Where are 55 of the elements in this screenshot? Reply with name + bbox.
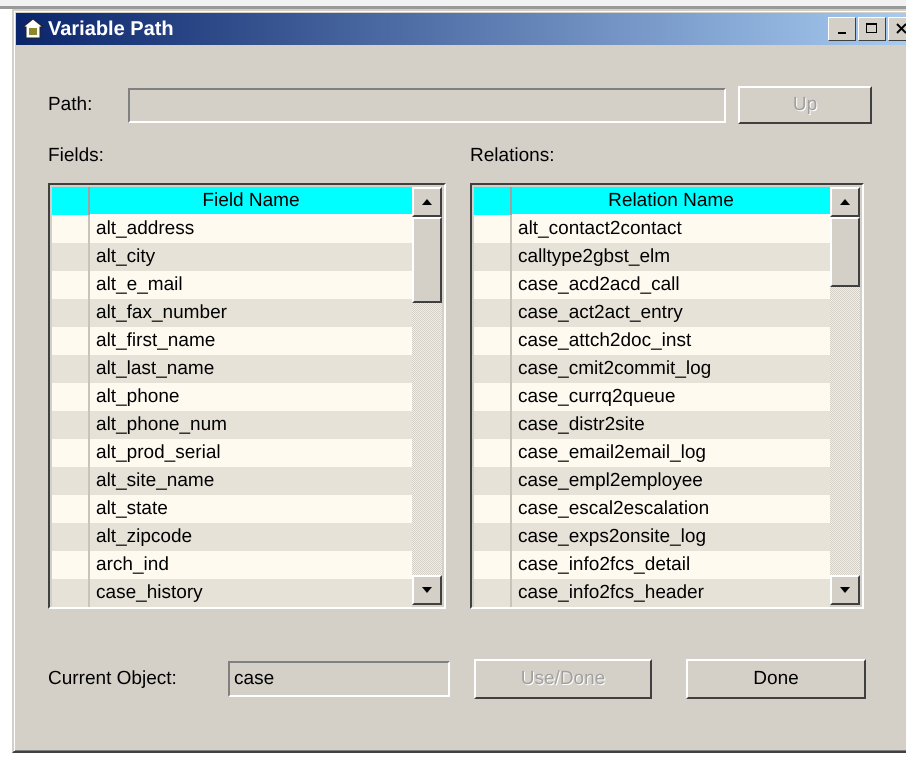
scroll-thumb[interactable] <box>412 217 442 303</box>
list-item[interactable]: alt_site_name <box>90 467 412 495</box>
row-header-cell <box>474 467 512 495</box>
list-label: Fields: <box>48 145 105 168</box>
minimize-button[interactable] <box>828 17 856 41</box>
list-item[interactable]: alt_zipcode <box>90 523 412 551</box>
scroll-up-button[interactable] <box>830 187 860 217</box>
window-title: Variable Path <box>48 18 175 40</box>
column-header[interactable]: Field Name <box>90 187 412 215</box>
list-item[interactable]: alt_fax_number <box>90 299 412 327</box>
dialog-button[interactable]: Done <box>686 659 866 699</box>
list-item[interactable]: case_history <box>90 579 412 607</box>
row-header-cell <box>474 243 512 271</box>
current-object-label: Current Object: <box>48 668 178 690</box>
scroll-up-button[interactable] <box>412 187 442 217</box>
minimize-icon <box>838 32 846 34</box>
scroll-down-button[interactable] <box>412 575 442 605</box>
list-item[interactable]: case_exps2onsite_log <box>512 523 830 551</box>
row-header-cell <box>52 299 90 327</box>
scroll-down-button[interactable] <box>830 575 860 605</box>
list-item[interactable]: alt_last_name <box>90 355 412 383</box>
corner-header <box>52 187 90 215</box>
list-label: Relations: <box>470 145 556 168</box>
close-icon <box>895 22 906 36</box>
current-object-field[interactable]: case <box>228 661 450 697</box>
window-icon <box>22 18 44 40</box>
scrollbar[interactable] <box>412 187 442 605</box>
column-header[interactable]: Relation Name <box>512 187 830 215</box>
row-header-cell <box>474 523 512 551</box>
row-header-cell <box>52 467 90 495</box>
path-label: Path: <box>48 94 94 116</box>
corner-header <box>474 187 512 215</box>
up-arrow-icon <box>421 198 433 206</box>
list-item[interactable]: case_info2fcs_header <box>512 579 830 607</box>
row-header-cell <box>474 299 512 327</box>
list-item[interactable]: calltype2gbst_elm <box>512 243 830 271</box>
down-arrow-icon <box>421 586 433 594</box>
row-header-cell <box>52 411 90 439</box>
list-item[interactable]: case_empl2employee <box>512 467 830 495</box>
maximize-button[interactable] <box>858 17 886 41</box>
row-header-cell <box>474 411 512 439</box>
list-item[interactable]: case_act2act_entry <box>512 299 830 327</box>
list-item[interactable]: alt_city <box>90 243 412 271</box>
scroll-thumb[interactable] <box>830 217 860 287</box>
row-header-cell <box>474 355 512 383</box>
scrollbar[interactable] <box>830 187 860 605</box>
row-header-cell <box>52 355 90 383</box>
row-header-cell <box>52 523 90 551</box>
list-item[interactable]: case_distr2site <box>512 411 830 439</box>
list-item[interactable]: case_cmit2commit_log <box>512 355 830 383</box>
row-header-cell <box>52 243 90 271</box>
list-item[interactable]: alt_phone_num <box>90 411 412 439</box>
up-arrow-icon <box>839 198 851 206</box>
down-arrow-icon <box>839 586 851 594</box>
maximize-icon <box>865 22 879 36</box>
